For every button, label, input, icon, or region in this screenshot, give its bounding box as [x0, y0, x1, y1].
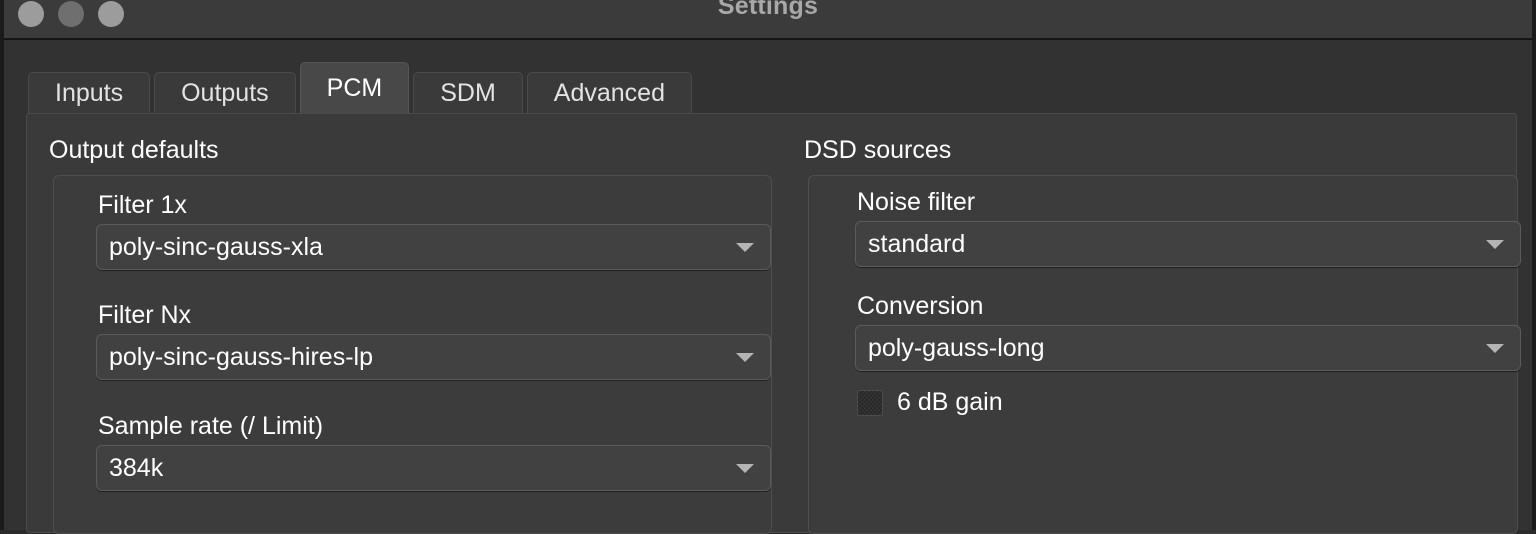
chevron-down-icon: [1486, 344, 1504, 353]
filter-1x-select[interactable]: poly-sinc-gauss-xla: [96, 224, 771, 270]
conversion-select[interactable]: poly-gauss-long: [855, 325, 1521, 371]
filter-1x-label: Filter 1x: [98, 191, 187, 219]
chevron-down-icon: [736, 353, 754, 362]
title-bar: Settings: [4, 0, 1532, 40]
noise-filter-label: Noise filter: [857, 188, 976, 216]
conversion-label: Conversion: [857, 292, 984, 320]
output-defaults-section: Output defaults Filter 1x poly-sinc-gaus…: [27, 114, 772, 534]
chevron-down-icon: [1486, 240, 1504, 249]
sample-rate-select[interactable]: 384k: [96, 445, 771, 491]
tab-pcm[interactable]: PCM: [299, 62, 410, 114]
tab-outputs[interactable]: Outputs: [154, 72, 296, 114]
filter-nx-select[interactable]: poly-sinc-gauss-hires-lp: [96, 334, 771, 380]
tab-inputs[interactable]: Inputs: [28, 72, 151, 114]
dsd-sources-section: DSD sources Noise filter standard Conver…: [782, 114, 1521, 534]
tab-bar: Inputs Outputs PCM SDM Advanced: [28, 62, 696, 114]
window-title: Settings: [717, 0, 819, 20]
dsd-sources-groupbox: Noise filter standard Conversion poly-ga…: [808, 175, 1521, 534]
filter-nx-value: poly-sinc-gauss-hires-lp: [109, 342, 373, 371]
filter-1x-value: poly-sinc-gauss-xla: [109, 232, 323, 261]
dsd-sources-title: DSD sources: [804, 136, 952, 164]
pcm-tab-panel: Output defaults Filter 1x poly-sinc-gaus…: [26, 113, 1521, 534]
tab-sdm[interactable]: SDM: [413, 72, 523, 114]
sample-rate-label: Sample rate (/ Limit): [98, 412, 324, 440]
output-defaults-title: Output defaults: [49, 136, 219, 164]
gain-checkbox-label: 6 dB gain: [897, 388, 1003, 416]
chevron-down-icon: [736, 243, 754, 252]
noise-filter-select[interactable]: standard: [855, 221, 1521, 267]
chevron-down-icon: [736, 464, 754, 473]
output-defaults-groupbox: Filter 1x poly-sinc-gauss-xla Filter Nx …: [53, 175, 772, 534]
gain-checkbox-row[interactable]: 6 dB gain: [857, 388, 1003, 417]
noise-filter-value: standard: [868, 229, 966, 258]
checkbox-icon[interactable]: [857, 389, 883, 416]
sample-rate-value: 384k: [109, 453, 164, 482]
tab-advanced[interactable]: Advanced: [526, 72, 692, 114]
conversion-value: poly-gauss-long: [868, 333, 1045, 362]
filter-nx-label: Filter Nx: [98, 301, 192, 329]
settings-window: Settings Inputs Outputs PCM SDM Advanced…: [0, 0, 1536, 534]
